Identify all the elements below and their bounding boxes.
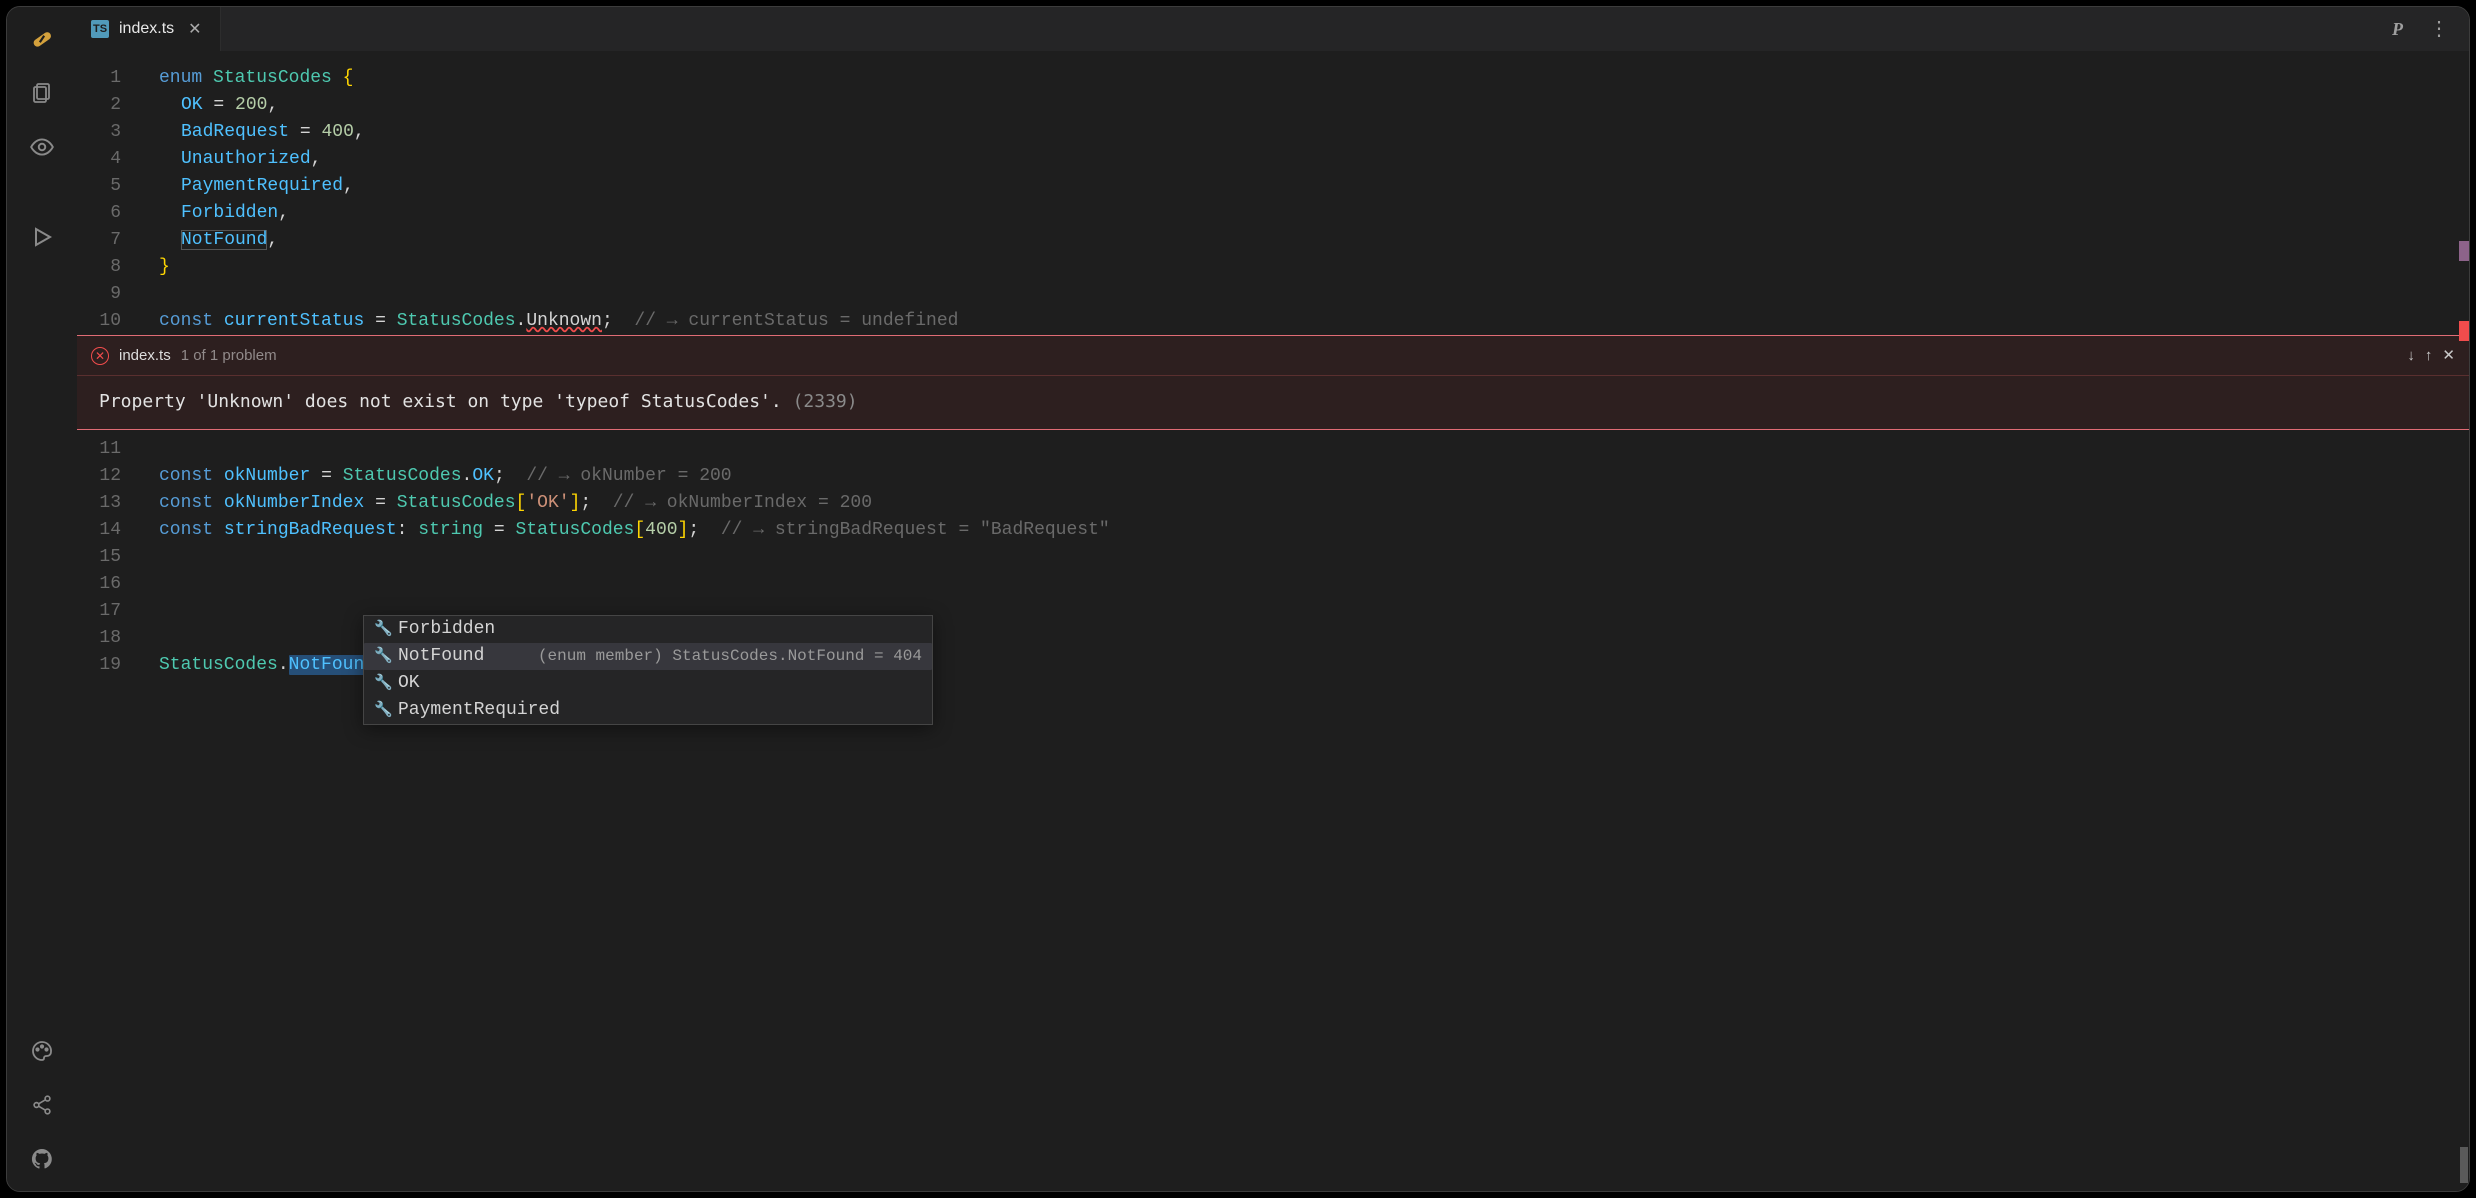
prettier-icon[interactable]: P: [2388, 15, 2407, 44]
line-number: 13: [77, 490, 147, 517]
more-menu-icon[interactable]: ⋮: [2425, 12, 2453, 46]
wrench-icon: 🔧: [374, 697, 390, 724]
line-number: 3: [77, 119, 147, 146]
line-number: 18: [77, 625, 147, 652]
problems-count: 1 of 1 problem: [181, 342, 277, 369]
ruler-highlight: [2459, 241, 2469, 261]
overview-ruler[interactable]: [2459, 51, 2469, 1191]
completion-item[interactable]: 🔧 PaymentRequired: [364, 697, 932, 724]
wrench-icon: 🔧: [374, 670, 390, 697]
tab-filename: index.ts: [119, 20, 174, 38]
line-number: 19: [77, 652, 147, 679]
pill-logo-icon[interactable]: [28, 25, 56, 53]
ruler-error: [2459, 321, 2469, 341]
completion-hint: (enum member) StatusCodes.NotFound = 404: [538, 643, 922, 670]
line-number: 15: [77, 544, 147, 571]
completion-item-selected[interactable]: 🔧 NotFound (enum member) StatusCodes.Not…: [364, 643, 932, 670]
line-number: 16: [77, 571, 147, 598]
code-editor[interactable]: 1enum StatusCodes { 2OK = 200, 3BadReque…: [77, 51, 2469, 1191]
line-number: 6: [77, 200, 147, 227]
tab-bar-tools: P ⋮: [2388, 7, 2469, 51]
close-tab-icon[interactable]: ✕: [184, 17, 205, 41]
problems-header: ✕ index.ts 1 of 1 problem ↓ ↑ ✕: [77, 336, 2469, 376]
line-number: 4: [77, 146, 147, 173]
error-squiggle[interactable]: Unknown: [526, 311, 602, 331]
completion-widget[interactable]: 🔧 Forbidden 🔧 NotFound (enum member) Sta…: [363, 615, 933, 725]
wrench-icon: 🔧: [374, 643, 390, 670]
line-number: 8: [77, 254, 147, 281]
ts-badge-icon: TS: [91, 20, 109, 38]
tab-bar: TS index.ts ✕ P ⋮: [77, 7, 2469, 51]
line-number: 12: [77, 463, 147, 490]
line-number: 11: [77, 436, 147, 463]
problems-close-icon[interactable]: ✕: [2442, 342, 2455, 369]
line-number: 9: [77, 281, 147, 308]
line-number: 17: [77, 598, 147, 625]
activity-bar: [7, 7, 77, 1191]
line-number: 10: [77, 308, 147, 335]
app-frame: TS index.ts ✕ P ⋮ 1enum StatusCodes { 2O…: [6, 6, 2470, 1192]
ruler-viewport[interactable]: [2460, 1147, 2468, 1183]
run-icon[interactable]: [28, 223, 56, 251]
eye-icon[interactable]: [28, 133, 56, 161]
line-number: 5: [77, 173, 147, 200]
github-icon[interactable]: [28, 1145, 56, 1173]
line-number: 7: [77, 227, 147, 254]
problems-panel: ✕ index.ts 1 of 1 problem ↓ ↑ ✕ Property…: [77, 335, 2469, 430]
wrench-icon: 🔧: [374, 616, 390, 643]
completion-item[interactable]: 🔧 OK: [364, 670, 932, 697]
files-icon[interactable]: [28, 79, 56, 107]
line-number: 14: [77, 517, 147, 544]
palette-icon[interactable]: [28, 1037, 56, 1065]
share-icon[interactable]: [28, 1091, 56, 1119]
editor-tab[interactable]: TS index.ts ✕: [77, 7, 221, 51]
error-circle-icon: ✕: [91, 347, 109, 365]
line-number: 1: [77, 65, 147, 92]
problems-message: Property 'Unknown' does not exist on typ…: [77, 376, 2469, 429]
code-area: 1enum StatusCodes { 2OK = 200, 3BadReque…: [77, 51, 2469, 679]
problems-prev-icon[interactable]: ↑: [2425, 342, 2433, 369]
problems-next-icon[interactable]: ↓: [2407, 342, 2415, 369]
line-number: 2: [77, 92, 147, 119]
problems-filename: index.ts: [119, 342, 171, 369]
editor-column: TS index.ts ✕ P ⋮ 1enum StatusCodes { 2O…: [77, 7, 2469, 1191]
completion-item[interactable]: 🔧 Forbidden: [364, 616, 932, 643]
